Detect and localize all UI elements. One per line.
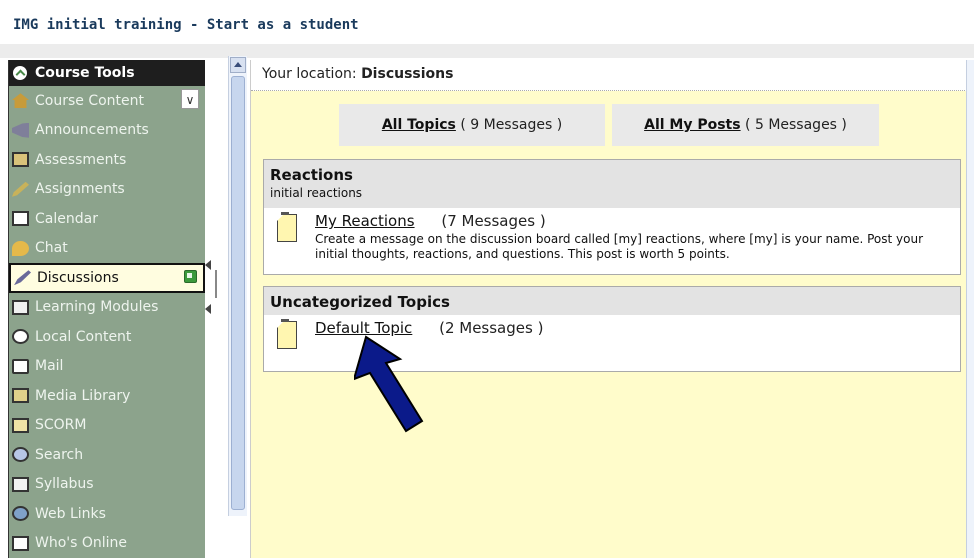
- tab-all-topics: All Topics ( 9 Messages ): [339, 104, 605, 146]
- category-reactions: Reactions initial reactions My Reactions…: [263, 159, 961, 275]
- discussion-icon: [14, 270, 31, 286]
- sidebar-item-label: Announcements: [35, 122, 149, 139]
- window-title: IMG initial training - Start as a studen…: [13, 17, 359, 33]
- sidebar-item-mail[interactable]: Mail: [9, 352, 205, 382]
- location-value: Discussions: [361, 66, 454, 82]
- search-icon: [12, 447, 29, 463]
- chat-icon: [12, 240, 29, 256]
- sidebar-item-assessments[interactable]: Assessments: [9, 145, 205, 175]
- disc-icon: [12, 329, 29, 345]
- sidebar-item-label: Search: [35, 446, 84, 463]
- frame-gap: [0, 44, 974, 58]
- collapse-icon[interactable]: [13, 66, 27, 80]
- topic-description: Create a message on the discussion board…: [315, 232, 924, 261]
- sidebar-item-syllabus[interactable]: Syllabus: [9, 470, 205, 500]
- sidebar-item-announcements[interactable]: Announcements: [9, 116, 205, 146]
- sidebar-item-label: Assignments: [35, 181, 125, 198]
- sidebar-item-label: Who's Online: [35, 535, 128, 552]
- arrow-shape: [354, 335, 424, 433]
- category-header: Uncategorized Topics: [264, 287, 960, 315]
- pen-icon: [12, 181, 29, 197]
- sidebar-item-course-content[interactable]: Course Content ∨: [9, 86, 205, 116]
- scroll-up-icon[interactable]: [230, 57, 246, 73]
- sidebar-item-label: Mail: [35, 358, 64, 375]
- divider-grip[interactable]: [215, 270, 217, 298]
- topic-document-icon: [277, 319, 297, 349]
- house-icon: [12, 93, 29, 109]
- sidebar-item-media-library[interactable]: Media Library: [9, 381, 205, 411]
- book-icon: [12, 476, 29, 492]
- course-tools-sidebar: Course Tools Course Content ∨ Announceme…: [8, 60, 205, 558]
- calendar-icon: [12, 211, 29, 227]
- course-tools-header[interactable]: Course Tools: [9, 60, 205, 86]
- pane-divider[interactable]: [204, 260, 217, 320]
- sidebar-item-label: Media Library: [35, 387, 131, 404]
- media-icon: [12, 388, 29, 404]
- sidebar-item-discussions[interactable]: Discussions: [9, 263, 205, 293]
- all-topics-count: ( 9 Messages ): [460, 117, 563, 133]
- topic-message-count: (2 Messages ): [439, 319, 544, 337]
- sidebar-item-label: Local Content: [35, 328, 132, 345]
- expand-plus-icon[interactable]: [184, 270, 197, 283]
- globe-icon: [12, 506, 29, 522]
- course-tools-title: Course Tools: [35, 65, 135, 81]
- sidebar-item-label: SCORM: [35, 417, 87, 434]
- collapse-left-arrow-icon[interactable]: [205, 304, 211, 314]
- sidebar-item-label: Discussions: [37, 269, 119, 286]
- sidebar-item-label: Course Content: [35, 92, 145, 109]
- category-name: Uncategorized Topics: [270, 293, 450, 311]
- sidebar-item-label: Learning Modules: [35, 299, 159, 316]
- category-header: Reactions initial reactions: [264, 160, 960, 208]
- collapse-left-arrow-icon[interactable]: [205, 260, 211, 270]
- category-description: initial reactions: [270, 186, 363, 200]
- sidebar-item-label: Syllabus: [35, 476, 94, 493]
- sidebar-scrollbar[interactable]: [228, 56, 247, 516]
- sidebar-item-web-links[interactable]: Web Links: [9, 499, 205, 529]
- scrollbar-thumb[interactable]: [231, 76, 245, 510]
- people-icon: [12, 535, 29, 551]
- topic-document-icon: [277, 212, 297, 242]
- discussions-pane: Your location: Discussions All Topics ( …: [250, 60, 971, 558]
- sidebar-item-local-content[interactable]: Local Content: [9, 322, 205, 352]
- sidebar-item-scorm[interactable]: SCORM: [9, 411, 205, 441]
- sidebar-item-learning-modules[interactable]: Learning Modules: [9, 293, 205, 323]
- topic-message-count: (7 Messages ): [441, 212, 546, 230]
- document-icon: [12, 299, 29, 315]
- location-text: Your location: Discussions: [262, 66, 453, 82]
- location-label: Your location:: [262, 66, 357, 82]
- sidebar-item-label: Web Links: [35, 505, 106, 522]
- sidebar-item-search[interactable]: Search: [9, 440, 205, 470]
- clipboard-icon: [12, 152, 29, 168]
- all-my-posts-count: ( 5 Messages ): [745, 117, 847, 133]
- chevron-down-icon[interactable]: ∨: [181, 89, 199, 109]
- sidebar-item-label: Assessments: [35, 151, 127, 168]
- sidebar-item-calendar[interactable]: Calendar: [9, 204, 205, 234]
- sidebar-item-whos-online[interactable]: Who's Online: [9, 529, 205, 558]
- all-my-posts-link[interactable]: All My Posts: [644, 117, 740, 133]
- category-name: Reactions: [270, 166, 353, 184]
- window-title-bar: IMG initial training - Start as a studen…: [0, 0, 974, 45]
- location-bar: Your location: Discussions: [251, 60, 971, 91]
- pointer-arrow-icon: [354, 335, 424, 433]
- sidebar-item-assignments[interactable]: Assignments: [9, 175, 205, 205]
- mail-icon: [12, 358, 29, 374]
- all-topics-link[interactable]: All Topics: [382, 117, 456, 133]
- tab-all-my-posts: All My Posts ( 5 Messages ): [612, 104, 879, 146]
- sidebar-item-label: Chat: [35, 240, 68, 257]
- topic-row: Default Topic (2 Messages ): [264, 315, 960, 349]
- sidebar-item-label: Calendar: [35, 210, 98, 227]
- topic-link-my-reactions[interactable]: My Reactions: [315, 212, 415, 230]
- megaphone-icon: [12, 122, 29, 138]
- content-scrollbar[interactable]: [966, 60, 974, 558]
- scorm-icon: [12, 417, 29, 433]
- sidebar-item-chat[interactable]: Chat: [9, 234, 205, 264]
- topic-row: My Reactions (7 Messages ) Create a mess…: [264, 208, 960, 262]
